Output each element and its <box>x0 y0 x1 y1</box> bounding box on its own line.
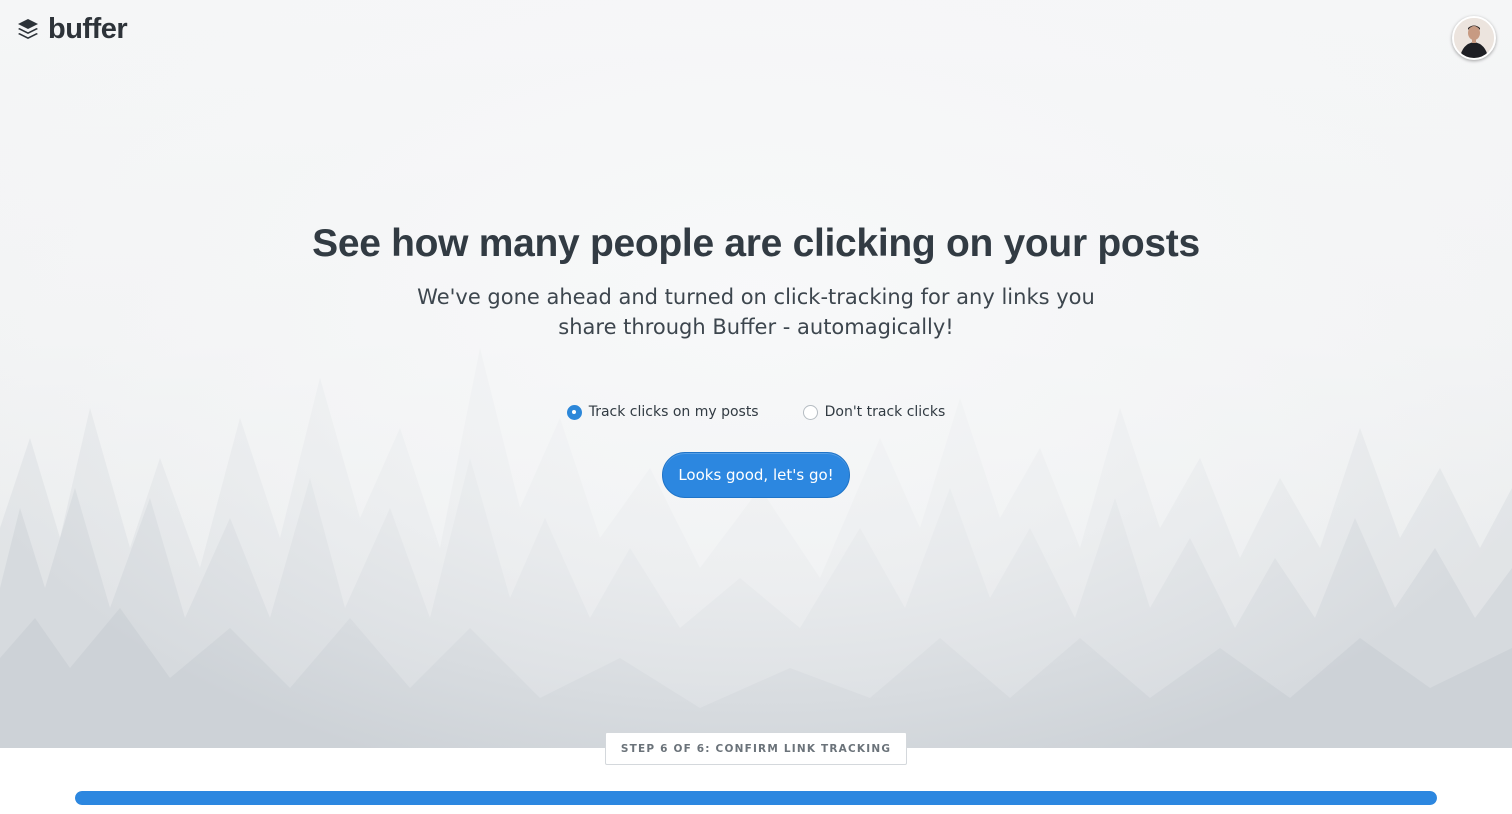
option-dont-track-clicks-label: Don't track clicks <box>824 404 946 420</box>
onboarding-page: buffer See how many people are clicking … <box>0 0 1512 814</box>
fog-overlay <box>0 0 1512 748</box>
confirm-button[interactable]: Looks good, let's go! <box>662 452 850 498</box>
logo-wordmark: buffer <box>48 12 128 45</box>
option-dont-track-clicks[interactable]: Don't track clicks <box>802 404 946 420</box>
onboarding-progress-bar <box>75 791 1437 805</box>
foggy-forest-background <box>0 0 1512 748</box>
radio-track-clicks[interactable] <box>566 404 582 420</box>
user-avatar[interactable] <box>1452 16 1496 60</box>
page-title: See how many people are clicking on your… <box>312 222 1200 265</box>
buffer-logo[interactable]: buffer <box>16 12 128 45</box>
step-indicator: STEP 6 OF 6: CONFIRM LINK TRACKING <box>605 732 907 765</box>
progress-fill <box>75 791 1437 805</box>
avatar-person-icon <box>1454 18 1494 58</box>
tracking-options: Track clicks on my posts Don't track cli… <box>0 404 1512 420</box>
radio-dont-track-clicks[interactable] <box>802 404 818 420</box>
layers-stack-icon <box>18 19 38 39</box>
page-subtitle: We've gone ahead and turned on click-tra… <box>417 285 1095 339</box>
option-track-clicks[interactable]: Track clicks on my posts <box>566 404 759 420</box>
option-track-clicks-label: Track clicks on my posts <box>588 404 759 420</box>
